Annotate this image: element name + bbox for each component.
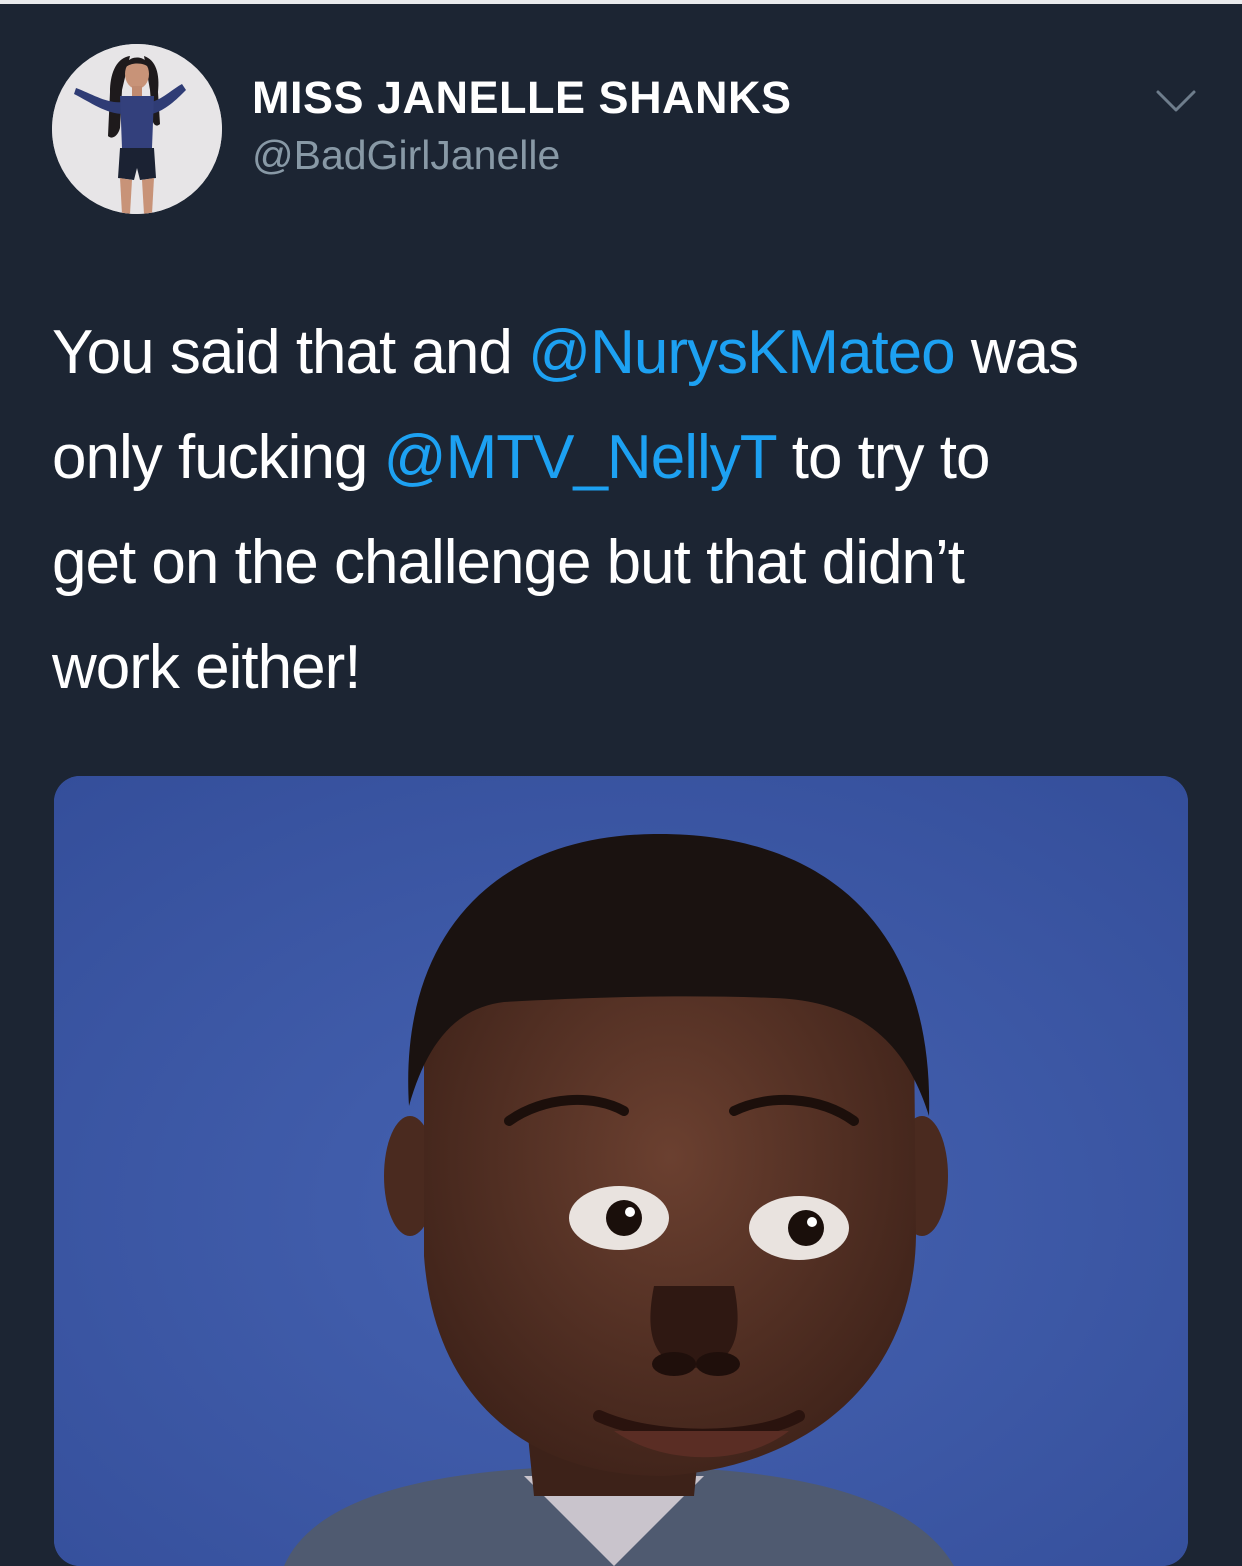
author-handle[interactable]: @BadGirlJanelle [252, 132, 560, 179]
text-segment: to try to [775, 423, 991, 492]
tweet-text-line: get on the challenge but that didn’t [52, 528, 965, 597]
tweet-media-image[interactable] [54, 776, 1188, 1566]
author-display-name[interactable]: MISS JANELLE SHANKS [252, 72, 792, 124]
mention-link[interactable]: @MTV_NellyT [384, 423, 777, 492]
reaction-face-image [54, 776, 1188, 1566]
tweet-card: MISS JANELLE SHANKS @BadGirlJanelle You … [0, 4, 1242, 1566]
mention-link[interactable]: @NurysKMateo [528, 318, 956, 387]
chevron-down-icon[interactable] [1150, 84, 1202, 118]
tweet-text-line: You said that and @NurysKMateo was [52, 300, 1202, 405]
text-segment: only fucking [52, 423, 384, 492]
tweet-text-line: only fucking @MTV_NellyT to try to [52, 405, 1202, 510]
text-segment: was [954, 318, 1079, 387]
avatar[interactable] [52, 44, 222, 214]
avatar-image [52, 44, 222, 214]
tweet-text-line: work either! [52, 633, 361, 702]
text-segment: You said that and [52, 318, 529, 387]
tweet-text: You said that and @NurysKMateo was only … [52, 300, 1202, 720]
